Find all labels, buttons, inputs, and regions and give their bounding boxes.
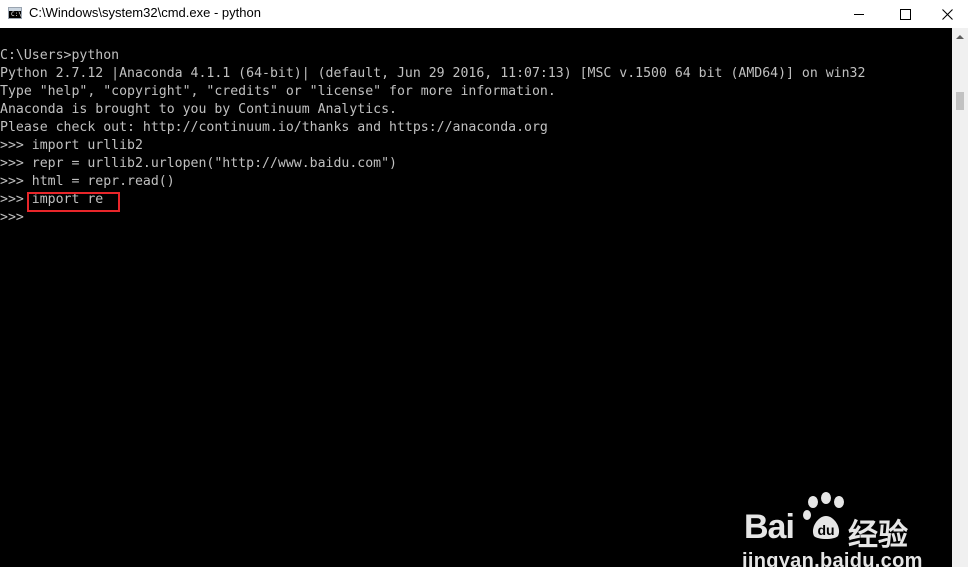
close-button[interactable] [924, 0, 968, 28]
scroll-up-button[interactable] [952, 28, 968, 45]
vertical-scrollbar[interactable] [952, 28, 968, 567]
svg-text:du: du [817, 522, 834, 538]
console-output[interactable]: C:\Users>python Python 2.7.12 |Anaconda 4… [0, 28, 952, 567]
watermark-brand-left: Bai [744, 508, 795, 546]
paw-icon: du [803, 492, 844, 539]
minimize-icon [854, 13, 864, 15]
console-line: >>> repr = urllib2.urlopen("http://www.b… [0, 156, 397, 171]
baidu-jingyan-watermark: Bai du 经验 jingyan.baidu.com [738, 490, 938, 567]
console-line: Python 2.7.12 |Anaconda 4.1.1 (64-bit)| … [0, 66, 866, 81]
maximize-icon [899, 8, 911, 20]
maximize-button[interactable] [882, 0, 928, 28]
cmd-icon: C:\ [8, 7, 22, 19]
console-text: C:\Users>python Python 2.7.12 |Anaconda 4… [0, 47, 865, 227]
highlight-box [27, 192, 120, 212]
minimize-button[interactable] [836, 0, 882, 28]
title-bar[interactable]: C:\ C:\Windows\system32\cmd.exe - python [0, 0, 968, 28]
watermark-brand-right: 经验 [848, 519, 908, 552]
scroll-thumb[interactable] [956, 92, 964, 110]
console-line: >>> html = repr.read() [0, 174, 175, 189]
close-icon [941, 8, 953, 20]
console-prompt-line: >>> [0, 210, 24, 225]
console-line: Please check out: http://continuum.io/th… [0, 120, 548, 135]
chevron-up-icon [956, 34, 964, 39]
console-line: >>> import re [0, 192, 104, 207]
console-line: Anaconda is brought to you by Continuum … [0, 102, 397, 117]
console-line: Type "help", "copyright", "credits" or "… [0, 84, 556, 99]
window-title: C:\Windows\system32\cmd.exe - python [29, 5, 261, 20]
cmd-window: C:\ C:\Windows\system32\cmd.exe - python… [0, 0, 968, 567]
watermark-url: jingyan.baidu.com [742, 550, 923, 567]
console-line: C:\Users>python [0, 48, 120, 63]
console-line: >>> import urllib2 [0, 138, 143, 153]
